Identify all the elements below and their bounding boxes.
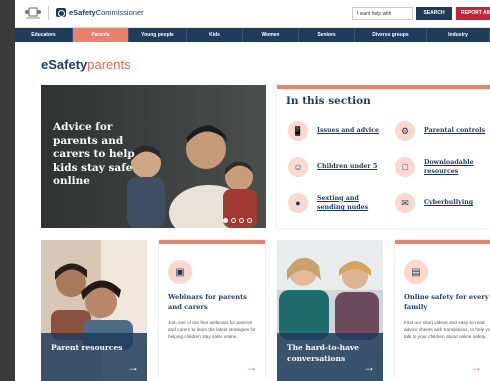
section-link-issues[interactable]: 📱 Issues and advice bbox=[288, 121, 379, 141]
hero-text: Advice for parents and carers to help ki… bbox=[53, 121, 135, 187]
nav-item-young-people[interactable]: Young people bbox=[129, 28, 187, 42]
section-link-label: Cyberbullying bbox=[424, 199, 474, 207]
carousel-dot[interactable] bbox=[223, 218, 228, 223]
card-title-bar: Parent resources → bbox=[41, 333, 147, 381]
nav-item-women[interactable]: Women bbox=[243, 28, 299, 42]
logo-text-light: Commissioner bbox=[95, 8, 144, 17]
section-link-label: Issues and advice bbox=[317, 127, 379, 135]
carousel-dots bbox=[223, 218, 252, 223]
arrow-right-icon: → bbox=[127, 360, 139, 374]
nav-item-kids[interactable]: Kids bbox=[187, 28, 243, 42]
card-title: Parent resources bbox=[51, 343, 123, 352]
section-link-label: Sexting and sending nudes bbox=[317, 194, 369, 212]
person-icon: ● bbox=[288, 193, 308, 213]
nav-item-educators[interactable]: Educators bbox=[15, 28, 73, 42]
chat-device-icon: ✉ bbox=[395, 193, 415, 213]
arrow-right-icon: → bbox=[245, 360, 257, 374]
main-nav: Educators Parents Young people Kids Women Sen… bbox=[15, 28, 490, 42]
document-icon: ▤ bbox=[404, 260, 428, 284]
section-link-label: Parental controls bbox=[424, 127, 486, 135]
carousel-dot[interactable] bbox=[231, 218, 236, 223]
card-webinars[interactable]: ▣ Webinars for parents and carers Join o… bbox=[159, 240, 265, 381]
logo-text-bold: eSafety bbox=[69, 8, 96, 17]
card-title-bar: The hard-to-have conversations → bbox=[277, 333, 383, 381]
arrow-right-icon: → bbox=[363, 360, 375, 374]
card-hard-conversations[interactable]: The hard-to-have conversations → bbox=[277, 240, 383, 381]
header-divider bbox=[48, 6, 49, 20]
card-body: Join one of our free webinars for parent… bbox=[168, 320, 256, 339]
brand-bold: eSafety bbox=[41, 57, 88, 72]
nav-item-seniors[interactable]: Seniors bbox=[299, 28, 355, 42]
esafety-logo-icon bbox=[56, 8, 66, 17]
section-link-parental-controls[interactable]: ⚙ Parental controls bbox=[395, 121, 485, 141]
search-button[interactable]: SEARCH bbox=[416, 7, 452, 20]
card-title: Online safety for every family bbox=[404, 293, 489, 311]
carousel-dot[interactable] bbox=[239, 218, 244, 223]
coat-of-arms-icon bbox=[25, 7, 41, 19]
section-link-children-under-5[interactable]: ☺ Children under 5 bbox=[288, 157, 377, 177]
monitor-icon: □ bbox=[395, 157, 415, 177]
top-bar: eSafetyCommissioner I want help with SEA… bbox=[15, 0, 490, 28]
esafety-logo[interactable]: eSafetyCommissioner bbox=[56, 8, 144, 17]
settings-device-icon: ⚙ bbox=[395, 121, 415, 141]
help-select[interactable]: I want help with bbox=[352, 7, 413, 20]
nav-item-industry[interactable]: Industry bbox=[427, 28, 490, 42]
report-abuse-button[interactable]: REPORT ABUSE bbox=[456, 7, 490, 20]
arrow-right-icon: → bbox=[470, 360, 482, 374]
section-link-downloadable-resources[interactable]: □ Downloadable resources bbox=[395, 157, 484, 177]
section-link-label: Downloadable resources bbox=[424, 158, 474, 176]
card-title: Webinars for parents and carers bbox=[168, 293, 247, 311]
nav-item-diverse-groups[interactable]: Diverse groups bbox=[355, 28, 427, 42]
page-title: eSafetyparents bbox=[41, 57, 131, 72]
hero-banner[interactable]: Advice for parents and carers to help ki… bbox=[41, 85, 266, 228]
phone-icon: 📱 bbox=[288, 121, 308, 141]
in-this-section-title: In this section bbox=[286, 95, 371, 107]
page: eSafetyCommissioner I want help with SEA… bbox=[15, 0, 490, 381]
carousel-dot[interactable] bbox=[247, 218, 252, 223]
children-icon: ☺ bbox=[288, 157, 308, 177]
webinar-screen-icon: ▣ bbox=[168, 260, 192, 284]
in-this-section-panel: In this section 📱 Issues and advice ⚙ Pa… bbox=[277, 85, 490, 228]
card-parent-resources[interactable]: Parent resources → bbox=[41, 240, 147, 381]
section-link-cyberbullying[interactable]: ✉ Cyberbullying bbox=[395, 193, 473, 213]
brand-light: parents bbox=[87, 57, 131, 72]
section-link-label: Children under 5 bbox=[317, 163, 378, 171]
section-link-sexting[interactable]: ● Sexting and sending nudes bbox=[288, 193, 377, 213]
card-body: Find our short videos and easy-to-read a… bbox=[404, 320, 490, 339]
nav-item-parents[interactable]: Parents bbox=[73, 28, 129, 42]
card-online-safety[interactable]: ▤ Online safety for every family Find ou… bbox=[395, 240, 490, 381]
